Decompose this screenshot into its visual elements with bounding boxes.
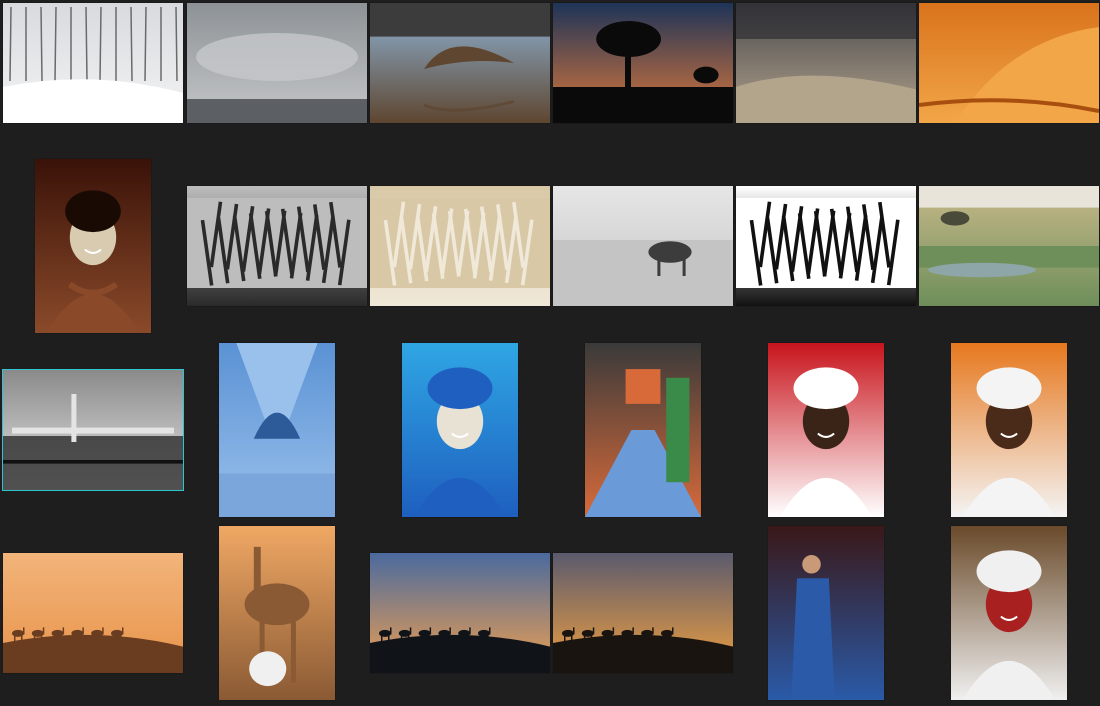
camel-caravan-desert-image <box>2 553 183 673</box>
zebra-closeup-photo[interactable] <box>735 186 916 306</box>
grid-cell <box>1 2 184 124</box>
elder-white-turban-image <box>950 526 1067 700</box>
quiver-tree-sunset-image <box>552 3 733 123</box>
tower-coast-photo[interactable] <box>1 369 184 491</box>
grid-cell <box>368 158 551 334</box>
zebra-closeup-image <box>735 186 916 306</box>
camel-rider-resting-photo[interactable] <box>218 526 335 700</box>
wildebeest-plain-image <box>552 186 733 306</box>
snowy-forest-photo[interactable] <box>2 3 183 123</box>
snowy-forest-image <box>2 3 183 123</box>
caravan-blue-sky-image <box>369 553 550 673</box>
eagle-over-water-photo[interactable] <box>369 3 550 123</box>
wildebeest-plain-photo[interactable] <box>552 186 733 306</box>
grid-cell <box>551 2 734 124</box>
grid-cell <box>1 158 184 334</box>
blue-alley-photo[interactable] <box>218 343 335 517</box>
quiver-tree-sunset-photo[interactable] <box>552 3 733 123</box>
stormy-dunes-image <box>735 3 916 123</box>
eagle-over-water-image <box>369 3 550 123</box>
smiling-woman-portrait-photo[interactable] <box>34 159 151 333</box>
grid-cell <box>734 2 917 124</box>
grid-cell <box>917 342 1100 518</box>
grid-cell <box>1 342 184 518</box>
orange-sand-ridge-image <box>918 3 1099 123</box>
orange-backdrop-portrait-image <box>950 343 1067 517</box>
grid-cell <box>185 342 368 518</box>
misty-clouds-photo[interactable] <box>186 3 367 123</box>
grid-cell <box>368 524 551 702</box>
grid-cell <box>551 524 734 702</box>
grid-cell <box>917 158 1100 334</box>
smiling-woman-portrait-image <box>34 159 151 333</box>
stormy-dunes-photo[interactable] <box>735 3 916 123</box>
caravan-blue-sky-photo[interactable] <box>369 553 550 673</box>
man-in-blue-robe-image <box>767 526 884 700</box>
misty-clouds-image <box>186 3 367 123</box>
man-in-blue-robe-photo[interactable] <box>767 526 884 700</box>
grid-cell <box>185 524 368 702</box>
blue-turban-man-image <box>401 343 518 517</box>
blue-alley-image <box>218 343 335 517</box>
grid-cell <box>368 2 551 124</box>
red-backdrop-portrait-image <box>767 343 884 517</box>
zebras-drinking-photo[interactable] <box>186 186 367 306</box>
grid-cell <box>185 2 368 124</box>
orange-backdrop-portrait-photo[interactable] <box>950 343 1067 517</box>
grid-cell <box>734 524 917 702</box>
zebras-dry-grass-photo[interactable] <box>369 186 550 306</box>
tower-coast-image <box>2 370 183 490</box>
orange-sand-ridge-photo[interactable] <box>918 3 1099 123</box>
elder-white-turban-photo[interactable] <box>950 526 1067 700</box>
red-backdrop-portrait-photo[interactable] <box>767 343 884 517</box>
caravan-sunset-photo[interactable] <box>552 553 733 673</box>
photo-grid <box>0 0 1100 706</box>
grid-cell <box>734 342 917 518</box>
colorful-market-lane-photo[interactable] <box>584 343 701 517</box>
grid-cell <box>734 158 917 334</box>
grid-cell <box>368 342 551 518</box>
grid-cell <box>917 524 1100 702</box>
grid-cell <box>185 158 368 334</box>
camel-rider-resting-image <box>218 526 335 700</box>
grid-cell <box>551 158 734 334</box>
colorful-market-lane-image <box>584 343 701 517</box>
savanna-waterhole-image <box>918 186 1099 306</box>
grid-cell <box>551 342 734 518</box>
blue-turban-man-photo[interactable] <box>401 343 518 517</box>
caravan-sunset-image <box>552 553 733 673</box>
savanna-waterhole-photo[interactable] <box>918 186 1099 306</box>
camel-caravan-desert-photo[interactable] <box>2 553 183 673</box>
zebras-drinking-image <box>186 186 367 306</box>
grid-cell <box>1 524 184 702</box>
grid-cell <box>917 2 1100 124</box>
zebras-dry-grass-image <box>369 186 550 306</box>
